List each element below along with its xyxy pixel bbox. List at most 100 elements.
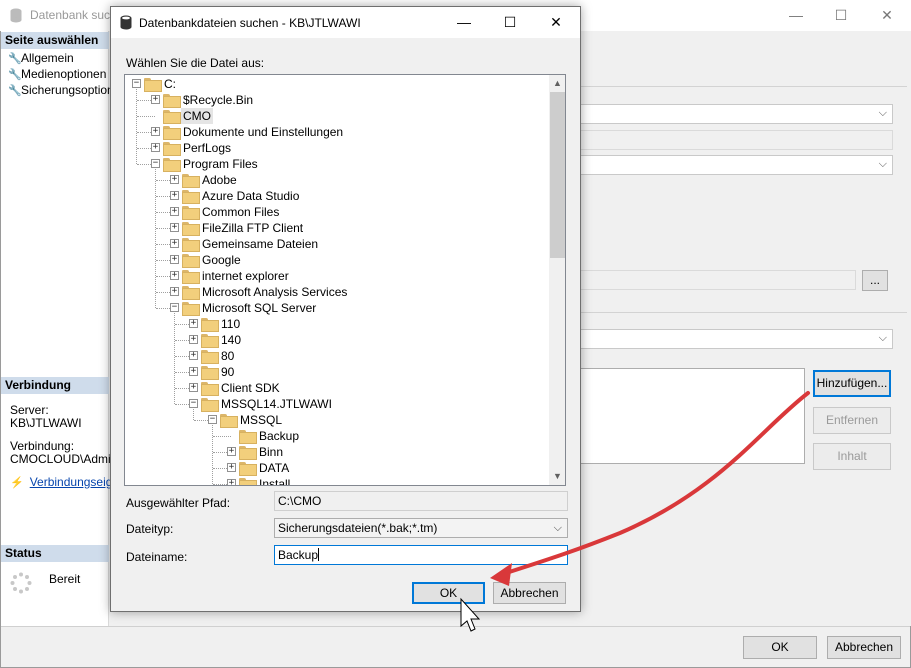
tree-item[interactable]: − Program Files	[125, 156, 549, 172]
dialog-close-button[interactable]: ✕	[533, 7, 579, 37]
tree-item[interactable]: + Microsoft Analysis Services	[125, 284, 549, 300]
separator	[580, 86, 907, 87]
tree-item[interactable]: +110	[125, 316, 549, 332]
tree-item[interactable]: + Google	[125, 252, 549, 268]
folder-icon	[163, 158, 181, 172]
folder-tree-content: − C: + $Recycle.Bin CMO + Dokumente und Einste…	[125, 75, 549, 485]
filetype-label: Dateityp:	[126, 522, 174, 536]
page-item-general[interactable]: 🔧Allgemein	[8, 51, 74, 65]
folder-icon	[201, 366, 219, 380]
page-item-media-options[interactable]: 🔧Medienoptionen	[8, 67, 106, 81]
collapse-icon[interactable]: −	[208, 415, 217, 424]
folder-icon	[182, 302, 200, 316]
expand-icon[interactable]: +	[170, 207, 179, 216]
folder-tree[interactable]: − C: + $Recycle.Bin CMO + Dokumente und Einste…	[124, 74, 566, 486]
add-button[interactable]: Hinzufügen...	[813, 370, 891, 397]
select-page-header: Seite auswählen	[1, 32, 109, 49]
tree-item[interactable]: +140	[125, 332, 549, 348]
chevron-down-icon: ⌵	[553, 522, 562, 534]
tree-item[interactable]: Backup	[125, 428, 549, 444]
expand-icon[interactable]: +	[189, 335, 198, 344]
tree-item-label: Azure Data Studio	[202, 189, 300, 203]
tree-item[interactable]: + Binn	[125, 444, 549, 460]
connection-properties-link[interactable]: ⚡ Verbindungseige	[10, 475, 119, 489]
tree-item[interactable]: + FileZilla FTP Client	[125, 220, 549, 236]
dialog-maximize-button[interactable]: ☐	[487, 7, 533, 37]
expand-icon[interactable]: +	[170, 239, 179, 248]
tree-item[interactable]: + DATA	[125, 460, 549, 476]
expand-icon[interactable]: +	[227, 463, 236, 472]
tree-item[interactable]: + Dokumente und Einstellungen	[125, 124, 549, 140]
tree-item[interactable]: CMO	[125, 108, 549, 124]
expand-icon[interactable]: +	[170, 191, 179, 200]
tree-item[interactable]: + Client SDK	[125, 380, 549, 396]
tree-item[interactable]: − Microsoft SQL Server	[125, 300, 549, 316]
folder-icon	[163, 142, 181, 156]
scroll-up-icon[interactable]: ▲	[549, 75, 565, 92]
vertical-scrollbar[interactable]: ▲ ▼	[549, 75, 565, 485]
connection-value: CMOCLOUD\Adminis	[10, 452, 127, 466]
tree-connector	[213, 436, 231, 437]
expand-icon[interactable]: +	[170, 287, 179, 296]
tree-item[interactable]: − C:	[125, 76, 549, 92]
collapse-icon[interactable]: −	[170, 303, 179, 312]
expand-icon[interactable]: +	[151, 95, 160, 104]
dialog-titlebar: Datenbankdateien suchen - KB\JTLWAWI — ☐…	[111, 7, 580, 38]
tree-connector	[193, 409, 194, 420]
expand-icon[interactable]: +	[170, 175, 179, 184]
scroll-down-icon[interactable]: ▼	[549, 468, 565, 485]
expand-icon[interactable]: +	[170, 223, 179, 232]
database-dropdown[interactable]: ⌵	[580, 104, 893, 124]
bottom-bar: OK Abbrechen	[1, 626, 910, 667]
expand-icon[interactable]: +	[170, 255, 179, 264]
tree-item[interactable]: − MSSQL14.JTLWAWI	[125, 396, 549, 412]
tree-item[interactable]: + Common Files	[125, 204, 549, 220]
collapse-icon[interactable]: −	[132, 79, 141, 88]
page-item-backup-options[interactable]: 🔧Sicherungsoptione	[8, 83, 120, 97]
tree-item[interactable]: + Adobe	[125, 172, 549, 188]
tree-item[interactable]: + Gemeinsame Dateien	[125, 236, 549, 252]
dialog-minimize-button[interactable]: —	[441, 7, 487, 37]
browse-button[interactable]: ...	[862, 270, 888, 291]
expand-icon[interactable]: +	[227, 479, 236, 485]
tree-item[interactable]: +80	[125, 348, 549, 364]
bg-maximize-button[interactable]: ☐	[818, 0, 864, 30]
filename-input[interactable]: Backup	[274, 545, 568, 565]
expand-icon[interactable]: +	[189, 319, 198, 328]
dialog-cancel-button[interactable]: Abbrechen	[493, 582, 566, 604]
expand-icon[interactable]: +	[189, 383, 198, 392]
tree-item[interactable]: + $Recycle.Bin	[125, 92, 549, 108]
dialog-ok-button[interactable]: OK	[412, 582, 485, 604]
backup-to-dropdown[interactable]: ⌵	[580, 329, 893, 349]
collapse-icon[interactable]: −	[189, 399, 198, 408]
destination-list[interactable]	[580, 368, 805, 464]
scroll-thumb[interactable]	[550, 92, 565, 258]
remove-button[interactable]: Entfernen	[813, 407, 891, 434]
contents-button[interactable]: Inhalt	[813, 443, 891, 470]
tree-item[interactable]: +90	[125, 364, 549, 380]
tree-item[interactable]: + internet explorer	[125, 268, 549, 284]
bg-ok-button[interactable]: OK	[743, 636, 817, 659]
expand-icon[interactable]: +	[151, 127, 160, 136]
expand-icon[interactable]: +	[151, 143, 160, 152]
tree-item[interactable]: − MSSQL	[125, 412, 549, 428]
expand-icon[interactable]: +	[189, 367, 198, 376]
tree-item[interactable]: + Install	[125, 476, 549, 485]
filetype-dropdown[interactable]: Sicherungsdateien(*.bak;*.tm) ⌵	[274, 518, 568, 538]
expand-icon[interactable]: +	[170, 271, 179, 280]
folder-icon	[239, 430, 257, 444]
tree-item[interactable]: + PerfLogs	[125, 140, 549, 156]
backup-type-dropdown[interactable]: ⌵	[580, 155, 893, 175]
expand-icon[interactable]: +	[227, 447, 236, 456]
filename-label: Dateiname:	[126, 550, 188, 564]
tree-item[interactable]: + Azure Data Studio	[125, 188, 549, 204]
folder-icon	[182, 286, 200, 300]
bg-close-button[interactable]: ✕	[864, 0, 910, 30]
tree-item-label: Google	[202, 253, 241, 267]
collapse-icon[interactable]: −	[151, 159, 160, 168]
expand-icon[interactable]: +	[189, 351, 198, 360]
folder-icon	[239, 462, 257, 476]
bg-minimize-button[interactable]: —	[773, 0, 819, 30]
bg-cancel-button[interactable]: Abbrechen	[827, 636, 901, 659]
chevron-down-icon: ⌵	[878, 332, 887, 344]
